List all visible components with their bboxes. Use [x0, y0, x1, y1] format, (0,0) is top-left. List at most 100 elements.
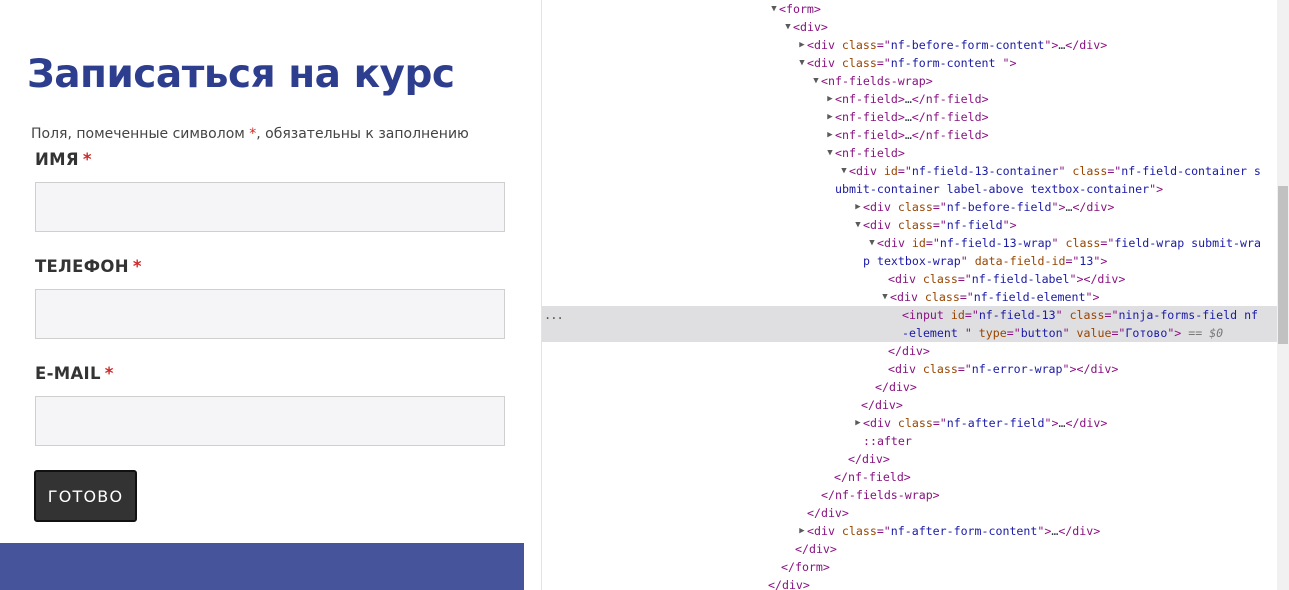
dom-node-row[interactable]: </div>	[542, 540, 1277, 558]
phone-label-text: ТЕЛЕФОН	[35, 257, 129, 276]
markup-token: nf-field	[946, 218, 1003, 232]
submit-button[interactable]: ГОТОВО	[34, 470, 137, 522]
dom-node-markup: <div id="nf-field-13-wrap" class="field-…	[877, 234, 1261, 252]
dom-node-row[interactable]: p textbox-wrap" data-field-id="13">	[542, 252, 1277, 270]
dom-node-row[interactable]: ▶ <div class="nf-after-form-content">…</d…	[542, 522, 1277, 540]
collapse-triangle-icon[interactable]: ▼	[867, 234, 877, 252]
markup-token: <input	[902, 308, 951, 322]
markup-token: nf-error-wrap	[971, 362, 1063, 376]
dom-node-row[interactable]: ▼ <form>	[542, 0, 1277, 18]
dom-node-row[interactable]: ▶ <nf-field>…</nf-field>	[542, 90, 1277, 108]
markup-token: class	[1069, 308, 1105, 322]
markup-token: class	[897, 218, 933, 232]
dom-node-row[interactable]: </nf-fields-wrap>	[542, 486, 1277, 504]
dom-node-row[interactable]: </div>	[542, 450, 1277, 468]
dom-node-markup: <div class="nf-field">	[863, 216, 1017, 234]
markup-token: class	[1065, 236, 1101, 250]
dom-node-markup: </div>	[795, 540, 837, 558]
expand-triangle-icon[interactable]: ▶	[825, 90, 835, 108]
dom-node-row[interactable]: ▼ <div class="nf-field">	[542, 216, 1277, 234]
dom-node-row[interactable]: ▶ <div class="nf-before-form-content">…</…	[542, 36, 1277, 54]
markup-token: …	[904, 92, 912, 106]
dom-node-row[interactable]: </form>	[542, 558, 1277, 576]
dom-node-markup: <nf-field>…</nf-field>	[835, 126, 989, 144]
dom-node-row[interactable]: ... <input id="nf-field-13" class="ninja-…	[542, 306, 1277, 324]
dom-node-row[interactable]: </div>	[542, 396, 1277, 414]
dom-node-row[interactable]: ▼ <nf-field>	[542, 144, 1277, 162]
expand-triangle-icon[interactable]: ▶	[853, 198, 863, 216]
expand-triangle-icon[interactable]: ▶	[825, 108, 835, 126]
expand-triangle-icon[interactable]: ▶	[853, 414, 863, 432]
node-actions-ellipsis-icon[interactable]: ...	[544, 306, 564, 324]
collapse-triangle-icon[interactable]: ▼	[783, 18, 793, 36]
dom-node-row[interactable]: ▼ <div id="nf-field-13-container" class="…	[542, 162, 1277, 180]
rendered-page: Записаться на курс Поля, помеченные симв…	[0, 0, 524, 590]
dom-node-row[interactable]: </nf-field>	[542, 468, 1277, 486]
dom-node-markup: <nf-field>…</nf-field>	[835, 108, 989, 126]
dom-node-row[interactable]: ▼ <div class="nf-field-element">	[542, 288, 1277, 306]
expand-triangle-icon[interactable]: ▶	[797, 522, 807, 540]
phone-input[interactable]	[35, 289, 505, 339]
markup-token: data-field-id	[974, 254, 1066, 268]
markup-token: Готово	[1125, 326, 1168, 340]
dom-node-row[interactable]: </div>	[542, 342, 1277, 360]
dom-node-row[interactable]: </div>	[542, 504, 1277, 522]
dom-node-row[interactable]: ▼ <div>	[542, 18, 1277, 36]
markup-token: ="	[897, 164, 912, 178]
name-input[interactable]	[35, 182, 505, 232]
dom-node-row[interactable]: ▼ <div class="nf-form-content ">	[542, 54, 1277, 72]
markup-token: class	[841, 524, 877, 538]
dom-node-row[interactable]: </div>	[542, 378, 1277, 396]
markup-token: </div>	[795, 542, 837, 556]
expand-triangle-icon[interactable]: ▶	[797, 36, 807, 54]
email-input[interactable]	[35, 396, 505, 446]
collapse-triangle-icon[interactable]: ▼	[825, 144, 835, 162]
markup-token: -element	[902, 326, 965, 340]
markup-token: <nf-field>	[835, 92, 905, 106]
collapse-triangle-icon[interactable]: ▼	[811, 72, 821, 90]
markup-token: </div>	[807, 506, 849, 520]
dom-node-row[interactable]: ▶ <nf-field>…</nf-field>	[542, 126, 1277, 144]
markup-token: <div	[877, 236, 912, 250]
collapse-triangle-icon[interactable]: ▼	[839, 162, 849, 180]
markup-token: <div	[807, 524, 842, 538]
markup-token: ="	[957, 272, 972, 286]
markup-token: ="	[964, 308, 979, 322]
dom-node-row[interactable]: </div>	[542, 576, 1277, 590]
markup-token: ">	[1167, 326, 1182, 340]
collapse-triangle-icon[interactable]: ▼	[853, 216, 863, 234]
dom-node-row[interactable]: -element " type="button" value="Готово">…	[542, 324, 1277, 342]
dom-node-row[interactable]: ubmit-container label-above textbox-cont…	[542, 180, 1277, 198]
markup-token: <div	[849, 164, 884, 178]
markup-token: </div>	[1072, 200, 1115, 214]
collapse-triangle-icon[interactable]: ▼	[880, 288, 890, 306]
name-label-text: ИМЯ	[35, 150, 79, 169]
dom-node-row[interactable]: ▶ <div class="nf-after-field">…</div>	[542, 414, 1277, 432]
collapse-triangle-icon[interactable]: ▼	[769, 0, 779, 18]
collapse-triangle-icon[interactable]: ▼	[797, 54, 807, 72]
pane-divider[interactable]	[524, 0, 542, 590]
dom-node-markup: </div>	[768, 576, 810, 590]
dom-node-row[interactable]: ▶ <nf-field>…</nf-field>	[542, 108, 1277, 126]
dom-node-row[interactable]: <div class="nf-error-wrap"></div>	[542, 360, 1277, 378]
dom-node-row[interactable]: ▼ <nf-fields-wrap>	[542, 72, 1277, 90]
devtools-elements-panel: ▼ <form> ▼ <div> ▶ <div class="nf-before-form…	[542, 0, 1289, 590]
dom-node-markup: <div class="nf-error-wrap"></div>	[888, 360, 1118, 378]
dom-node-row[interactable]: ▶ <div class="nf-before-field">…</div>	[542, 198, 1277, 216]
markup-token: </div>	[861, 398, 903, 412]
markup-token: field-wrap submit-wra	[1114, 236, 1261, 250]
dom-node-row[interactable]: <div class="nf-field-label"></div>	[542, 270, 1277, 288]
markup-token: ="	[876, 56, 891, 70]
expand-triangle-icon[interactable]: ▶	[825, 126, 835, 144]
markup-token: nf-field-container s	[1121, 164, 1261, 178]
scrollbar-thumb[interactable]	[1278, 186, 1288, 344]
markup-token: id	[911, 236, 926, 250]
markup-token: nf-field-13-container	[911, 164, 1059, 178]
markup-token: "></div>	[1069, 272, 1126, 286]
markup-token: p textbox-wrap	[863, 254, 961, 268]
dom-node-row[interactable]: ::after	[542, 432, 1277, 450]
dom-node-row[interactable]: ▼ <div id="nf-field-13-wrap" class="field…	[542, 234, 1277, 252]
markup-token: ="	[932, 200, 947, 214]
markup-token: ">	[1093, 254, 1108, 268]
markup-token: 13	[1079, 254, 1094, 268]
